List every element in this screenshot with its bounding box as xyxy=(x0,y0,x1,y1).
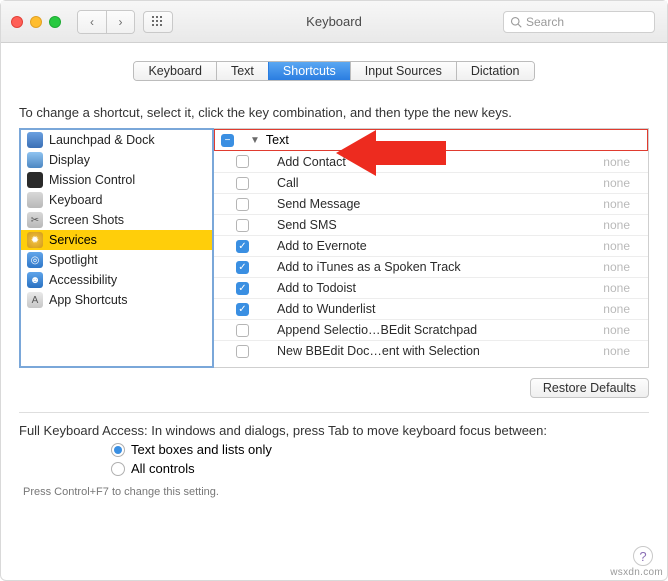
service-row[interactable]: ✓ Add to Wunderlist none xyxy=(214,298,648,319)
service-row[interactable]: ✓ Add to Todoist none xyxy=(214,277,648,298)
service-shortcut[interactable]: none xyxy=(603,197,642,211)
search-field[interactable]: Search xyxy=(503,11,655,33)
full-keyboard-access-label: Full Keyboard Access: In windows and dia… xyxy=(19,423,649,438)
tab-text[interactable]: Text xyxy=(216,62,268,80)
category-services[interactable]: ✹ Services xyxy=(21,230,212,250)
category-label: Display xyxy=(49,153,90,167)
category-keyboard[interactable]: Keyboard xyxy=(21,190,212,210)
category-mission-control[interactable]: Mission Control xyxy=(21,170,212,190)
service-label: Add to Wunderlist xyxy=(277,302,593,316)
service-label: Add Contact xyxy=(277,155,593,169)
service-row[interactable]: ✓ Add to iTunes as a Spoken Track none xyxy=(214,256,648,277)
fka-option-text-boxes[interactable]: Text boxes and lists only xyxy=(111,442,667,457)
service-checkbox[interactable] xyxy=(236,198,249,211)
service-checkbox[interactable]: ✓ xyxy=(236,282,249,295)
service-label: Add to Evernote xyxy=(277,239,593,253)
service-checkbox[interactable]: ✓ xyxy=(236,240,249,253)
spotlight-icon: ◎ xyxy=(27,252,43,268)
category-app-shortcuts[interactable]: A App Shortcuts xyxy=(21,290,212,310)
service-label: Add to iTunes as a Spoken Track xyxy=(277,260,593,274)
tab-bar: Keyboard Text Shortcuts Input Sources Di… xyxy=(133,61,534,81)
service-label: New BBEdit Doc…ent with Selection xyxy=(277,344,593,358)
divider xyxy=(19,412,649,413)
category-label: Mission Control xyxy=(49,173,135,187)
mission-control-icon xyxy=(27,172,43,188)
category-label: Accessibility xyxy=(49,273,117,287)
service-row[interactable]: Append Selectio…BEdit Scratchpad none xyxy=(214,319,648,340)
service-checkbox[interactable] xyxy=(236,177,249,190)
service-checkbox[interactable] xyxy=(236,324,249,337)
tab-keyboard[interactable]: Keyboard xyxy=(134,62,216,80)
service-shortcut[interactable]: none xyxy=(603,281,642,295)
watermark: wsxdn.com xyxy=(610,567,663,578)
restore-defaults-button[interactable]: Restore Defaults xyxy=(530,378,649,398)
service-label: Send Message xyxy=(277,197,593,211)
category-label: Launchpad & Dock xyxy=(49,133,155,147)
shortcut-list[interactable]: − ▼ Text Add ContactnoneCallnoneSend Mes… xyxy=(214,128,649,368)
display-icon xyxy=(27,152,43,168)
group-label: Text xyxy=(266,133,289,147)
service-shortcut[interactable]: none xyxy=(603,260,642,274)
service-row[interactable]: Send Message none xyxy=(214,193,648,214)
service-checkbox[interactable] xyxy=(236,155,249,168)
service-checkbox[interactable]: ✓ xyxy=(236,261,249,274)
category-list[interactable]: Launchpad & Dock Display Mission Control… xyxy=(19,128,214,368)
screenshot-icon: ✂ xyxy=(27,212,43,228)
service-row[interactable]: Call none xyxy=(214,172,648,193)
category-label: Screen Shots xyxy=(49,213,124,227)
tab-input-sources[interactable]: Input Sources xyxy=(350,62,456,80)
radio-label: All controls xyxy=(131,461,195,476)
help-button[interactable]: ? xyxy=(633,546,653,566)
fka-option-all-controls[interactable]: All controls xyxy=(111,461,667,476)
tab-shortcuts[interactable]: Shortcuts xyxy=(268,62,350,80)
service-label: Call xyxy=(277,176,593,190)
category-accessibility[interactable]: ☻ Accessibility xyxy=(21,270,212,290)
fka-hint: Press Control+F7 to change this setting. xyxy=(23,486,649,498)
service-label: Append Selectio…BEdit Scratchpad xyxy=(277,323,593,337)
service-row[interactable]: Send SMS none xyxy=(214,214,648,235)
service-shortcut[interactable]: none xyxy=(603,239,642,253)
service-checkbox[interactable] xyxy=(236,345,249,358)
radio-label: Text boxes and lists only xyxy=(131,442,272,457)
group-row-text[interactable]: − ▼ Text xyxy=(214,129,648,151)
category-label: App Shortcuts xyxy=(49,293,128,307)
service-shortcut[interactable]: none xyxy=(603,302,642,316)
service-row[interactable]: Add Contact none xyxy=(214,151,648,172)
services-icon: ✹ xyxy=(27,232,43,248)
titlebar: ‹ › Keyboard Search xyxy=(1,1,667,43)
radio-button[interactable] xyxy=(111,443,125,457)
service-row[interactable]: New BBEdit Doc…ent with Selection none xyxy=(214,340,648,361)
search-placeholder: Search xyxy=(526,15,564,29)
keyboard-icon xyxy=(27,192,43,208)
service-label: Add to Todoist xyxy=(277,281,593,295)
service-shortcut[interactable]: none xyxy=(603,344,642,358)
app-shortcuts-icon: A xyxy=(27,292,43,308)
group-checkbox[interactable]: − xyxy=(221,134,234,147)
category-screen-shots[interactable]: ✂ Screen Shots xyxy=(21,210,212,230)
service-checkbox[interactable] xyxy=(236,219,249,232)
category-display[interactable]: Display xyxy=(21,150,212,170)
instruction-text: To change a shortcut, select it, click t… xyxy=(19,105,649,120)
category-label: Keyboard xyxy=(49,193,103,207)
service-row[interactable]: ✓ Add to Evernote none xyxy=(214,235,648,256)
disclosure-triangle-icon[interactable]: ▼ xyxy=(250,135,260,146)
service-checkbox[interactable]: ✓ xyxy=(236,303,249,316)
launchpad-icon xyxy=(27,132,43,148)
service-shortcut[interactable]: none xyxy=(603,176,642,190)
search-icon xyxy=(510,16,522,28)
category-launchpad[interactable]: Launchpad & Dock xyxy=(21,130,212,150)
service-shortcut[interactable]: none xyxy=(603,155,642,169)
service-label: Send SMS xyxy=(277,218,593,232)
category-label: Spotlight xyxy=(49,253,98,267)
category-spotlight[interactable]: ◎ Spotlight xyxy=(21,250,212,270)
service-shortcut[interactable]: none xyxy=(603,218,642,232)
tab-dictation[interactable]: Dictation xyxy=(456,62,534,80)
service-shortcut[interactable]: none xyxy=(603,323,642,337)
accessibility-icon: ☻ xyxy=(27,272,43,288)
radio-button[interactable] xyxy=(111,462,125,476)
category-label: Services xyxy=(49,233,97,247)
